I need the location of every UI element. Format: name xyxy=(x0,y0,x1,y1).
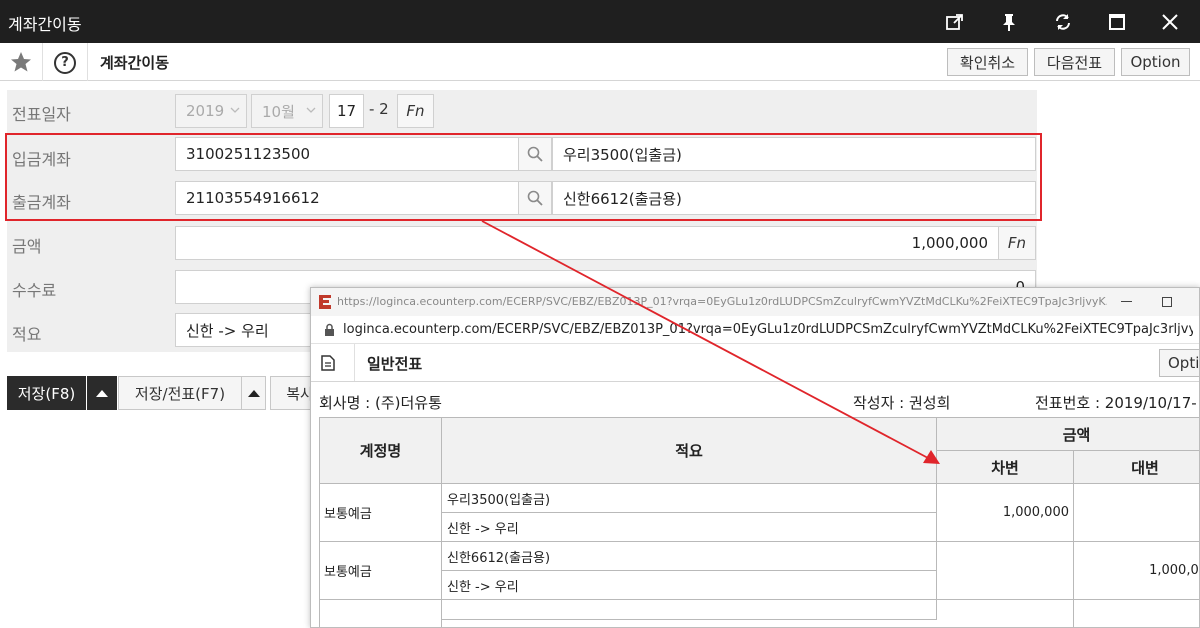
divider xyxy=(42,43,43,81)
save-voucher-dropdown-button[interactable] xyxy=(241,376,266,410)
year-select[interactable]: 2019 xyxy=(175,94,247,128)
header-debit: 차변 xyxy=(937,451,1074,484)
pin-icon xyxy=(1003,13,1015,31)
minimize-icon[interactable] xyxy=(1121,301,1132,302)
table-row-memo: 신한 -> 우리 xyxy=(442,571,937,600)
year-value: 2019 xyxy=(186,102,225,120)
external-link-button[interactable] xyxy=(928,0,982,43)
popup-title-bar: https://loginca.ecounterp.com/ECERP/SVC/… xyxy=(311,288,1199,316)
popup-header: 일반전표 Opti xyxy=(311,344,1199,382)
cancel-confirm-button[interactable]: 확인취소 xyxy=(947,48,1028,76)
table-row-credit xyxy=(1074,484,1199,542)
fee-label: 수수료 xyxy=(12,281,57,300)
pin-button[interactable] xyxy=(982,0,1036,43)
voucher-number: 전표번호 : 2019/10/17- xyxy=(1035,394,1197,412)
caret-up-icon xyxy=(247,390,260,397)
help-icon[interactable]: ? xyxy=(54,52,76,74)
document-icon xyxy=(321,355,335,371)
page-title: 계좌간이동 xyxy=(100,54,170,72)
next-voucher-button[interactable]: 다음전표 xyxy=(1034,48,1115,76)
highlight-box xyxy=(5,133,1042,221)
amount-fn-button[interactable]: Fn xyxy=(998,226,1036,260)
star-icon[interactable] xyxy=(10,51,32,73)
amount-label: 금액 xyxy=(12,237,42,256)
title-bar: 계좌간이동 xyxy=(0,0,1200,43)
table-row-memo: 신한6612(출금용) xyxy=(442,542,937,571)
external-link-icon xyxy=(946,13,963,30)
divider xyxy=(87,43,88,81)
writer-name: 작성자 : 권성희 xyxy=(853,394,951,412)
table-row-debit: 1,000,000 xyxy=(937,484,1074,542)
sub-header: ? 계좌간이동 확인취소 다음전표 Option xyxy=(0,43,1200,81)
save-button[interactable]: 저장(F8) xyxy=(7,376,86,410)
month-select[interactable]: 10월 xyxy=(251,94,323,128)
save-voucher-button[interactable]: 저장/전표(F7) xyxy=(118,376,242,410)
header-account: 계정명 xyxy=(320,418,442,484)
caret-up-icon xyxy=(96,390,108,397)
table-row-memo: 신한 -> 우리 xyxy=(442,513,937,542)
table-row-debit xyxy=(937,600,1074,627)
app-logo-icon xyxy=(319,295,331,309)
date-fn-button[interactable]: Fn xyxy=(397,94,434,128)
day-input[interactable]: 17 xyxy=(329,94,364,128)
refresh-icon xyxy=(1056,13,1070,30)
date-label: 전표일자 xyxy=(12,105,71,124)
option-button[interactable]: Option xyxy=(1121,48,1190,76)
chevron-down-icon xyxy=(306,107,316,113)
close-icon xyxy=(1162,13,1178,30)
divider xyxy=(354,344,355,381)
header-amount: 금액 xyxy=(937,418,1199,451)
voucher-seq: - 2 xyxy=(369,100,389,118)
table-row-account: 보통예금 xyxy=(320,484,442,542)
table-row-account xyxy=(320,600,442,627)
popup-url[interactable]: loginca.ecounterp.com/ECERP/SVC/EBZ/EBZ0… xyxy=(343,322,1193,337)
chevron-down-icon xyxy=(230,107,240,113)
memo-label: 적요 xyxy=(12,325,42,344)
table-row-debit xyxy=(937,542,1074,600)
close-button[interactable] xyxy=(1143,0,1197,43)
lock-icon xyxy=(325,323,334,336)
popup-heading: 일반전표 xyxy=(367,355,423,373)
table-row-memo: 우리3500(입출금) xyxy=(442,484,937,513)
popup-option-button[interactable]: Opti xyxy=(1159,349,1199,377)
amount-input[interactable]: 1,000,000 xyxy=(175,226,999,260)
voucher-table: 계정명 적요 금액 차변 대변 보통예금 우리3500(입출금) 신한 -> 우… xyxy=(319,417,1199,627)
table-row-account: 보통예금 xyxy=(320,542,442,600)
refresh-button[interactable] xyxy=(1036,0,1090,43)
table-row-credit: 1,000,00 xyxy=(1074,542,1199,600)
voucher-popup: https://loginca.ecounterp.com/ECERP/SVC/… xyxy=(310,287,1200,628)
header-credit: 대변 xyxy=(1074,451,1199,484)
maximize-icon xyxy=(1109,13,1125,30)
popup-title-url: https://loginca.ecounterp.com/ECERP/SVC/… xyxy=(337,295,1107,308)
maximize-icon[interactable] xyxy=(1162,297,1172,307)
month-value: 10월 xyxy=(262,102,295,121)
popup-address-bar: loginca.ecounterp.com/ECERP/SVC/EBZ/EBZ0… xyxy=(311,316,1199,344)
header-memo: 적요 xyxy=(442,418,937,484)
company-name: 회사명 : (주)더유통 xyxy=(319,394,442,412)
table-row-memo xyxy=(442,600,937,620)
window-title: 계좌간이동 xyxy=(8,15,82,34)
maximize-button[interactable] xyxy=(1090,0,1144,43)
save-dropdown-button[interactable] xyxy=(87,376,117,410)
